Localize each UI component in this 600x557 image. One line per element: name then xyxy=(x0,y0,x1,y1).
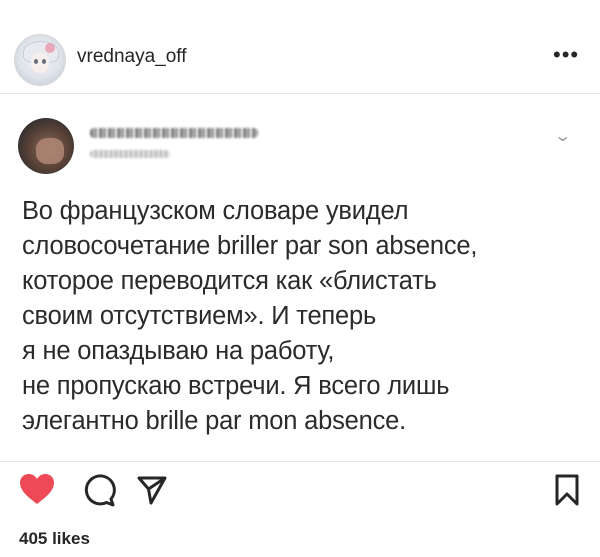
action-bar xyxy=(0,470,600,514)
share-icon[interactable] xyxy=(136,474,168,506)
bookmark-icon[interactable] xyxy=(554,473,580,507)
post-header: vrednaya_off ••• xyxy=(0,0,600,92)
blurred-handle xyxy=(90,150,170,158)
tweet-avatar xyxy=(18,118,74,174)
comment-icon[interactable] xyxy=(82,473,116,507)
tweet-line: не пропускаю встречи. Я всего лишь xyxy=(22,372,450,400)
tweet-line: которое переводится как «блистать xyxy=(22,267,437,295)
heart-icon[interactable] xyxy=(18,472,56,506)
likes-count[interactable]: 405 likes xyxy=(19,529,90,549)
tweet-line: Во французском словаре увидел xyxy=(22,197,409,225)
tweet-line: элегантно brille par mon absence. xyxy=(22,407,407,435)
blurred-name xyxy=(90,128,258,138)
tweet-line: своим отсутствием». И теперь xyxy=(22,302,377,330)
profile-avatar[interactable] xyxy=(14,34,66,86)
chevron-down-icon: ⌄ xyxy=(553,128,573,145)
more-horizontal-icon[interactable]: ••• xyxy=(553,44,579,66)
tweet-text: Во французском словаре увидел словосочет… xyxy=(22,194,582,439)
tweet-line: словосочетание briller par son absence, xyxy=(22,232,478,260)
username[interactable]: vrednaya_off xyxy=(77,46,187,68)
tweet-line: я не опаздываю на работу, xyxy=(22,337,335,365)
